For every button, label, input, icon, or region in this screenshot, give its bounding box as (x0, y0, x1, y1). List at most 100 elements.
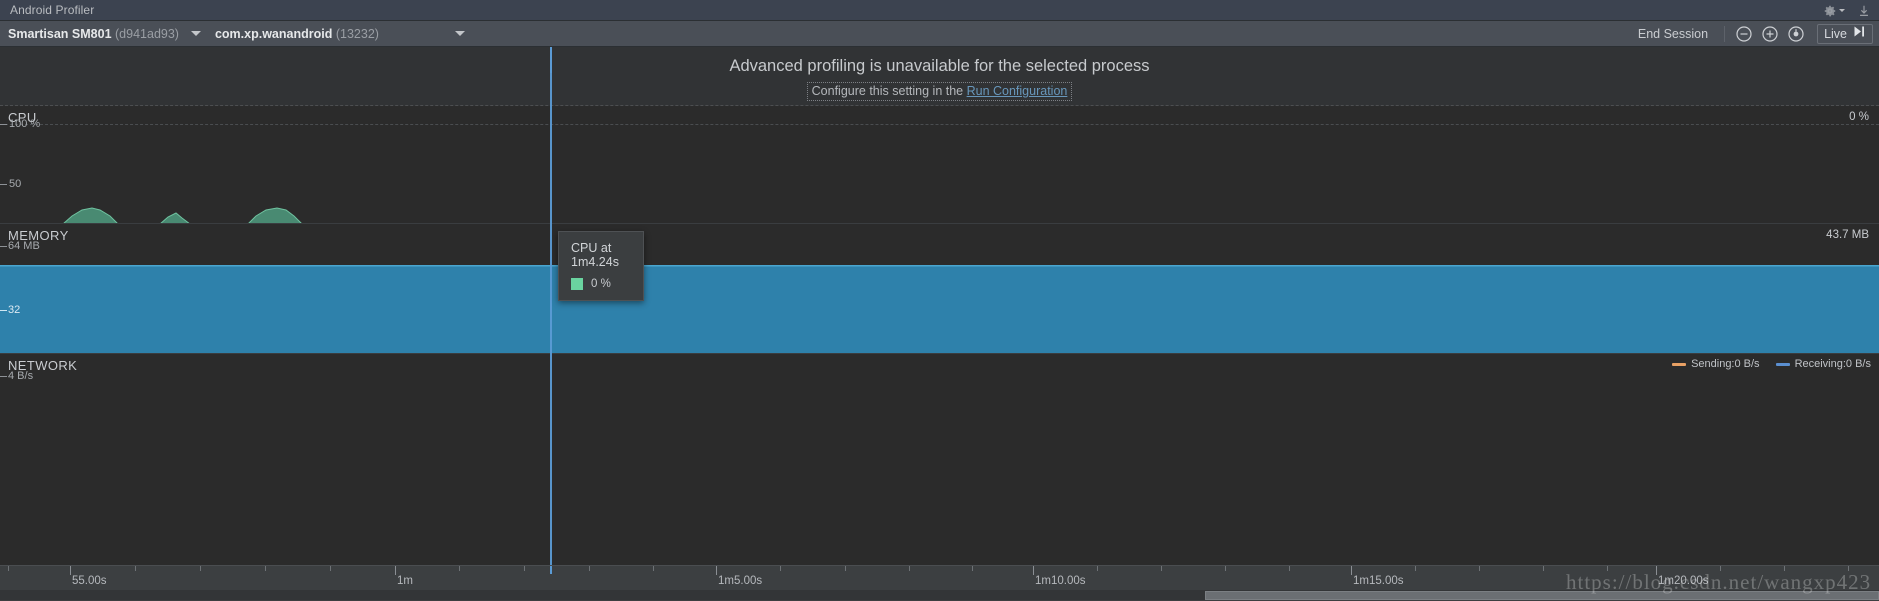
axis-tick-minor (524, 566, 525, 571)
axis-tick-minor (653, 566, 654, 571)
window-title: Android Profiler (10, 3, 95, 17)
live-label: Live (1824, 27, 1847, 41)
legend-item-sending: Sending:0 B/s (1672, 358, 1760, 370)
legend-item-receiving: Receiving:0 B/s (1775, 358, 1871, 370)
timeline-cursor-line[interactable] (550, 47, 552, 565)
axis-tick-label: 1m20.00s (1658, 575, 1709, 587)
axis-tick-minor (135, 566, 136, 571)
cpu-current-value: 0 % (1849, 111, 1869, 123)
toolbar-right-group: End Session Live (1628, 21, 1873, 47)
axis-cursor-marker (550, 566, 552, 574)
minimize-icon[interactable] (1857, 4, 1871, 18)
axis-tick-minor (780, 566, 781, 571)
axis-tick-minor (1161, 566, 1162, 571)
memory-axis-label-max: 64 MB (8, 240, 40, 252)
axis-tick-minor (1225, 566, 1226, 571)
axis-tick-minor (1097, 566, 1098, 571)
device-selector[interactable]: Smartisan SM801 (d941ad93) (0, 21, 207, 47)
memory-axis-label-mid: 32 (8, 304, 21, 316)
network-monitor-section[interactable]: NETWORK Sending:0 B/s Receiving:0 B/s 4 … (0, 354, 1879, 516)
warning-subline: Configure this setting in the Run Config… (0, 82, 1879, 101)
axis-tick-minor (1607, 566, 1608, 571)
axis-tick-major (70, 566, 71, 575)
axis-tick-label: 1m (397, 575, 413, 587)
axis-tick-minor (1415, 566, 1416, 571)
tooltip-row: 0 % (571, 278, 631, 290)
axis-tick-label: 1m5.00s (718, 575, 763, 587)
memory-current-value: 43.7 MB (1826, 229, 1869, 241)
receiving-legend-label: Receiving:0 B/s (1794, 358, 1871, 370)
axis-tick-minor (589, 566, 590, 571)
cpu-monitor-section[interactable]: CPU 0 % 100 % 50 (0, 106, 1879, 224)
network-axis-label-max: 4 B/s (8, 370, 34, 382)
axis-tick-label: 1m10.00s (1035, 575, 1086, 587)
memory-axis-tick-mid (0, 310, 7, 311)
cpu-tooltip: CPU at 1m4.24s 0 % (558, 231, 644, 301)
tooltip-value: 0 % (591, 278, 611, 290)
live-button[interactable]: Live (1817, 24, 1873, 44)
axis-tick-minor (1848, 566, 1849, 571)
profiler-toolbar: Smartisan SM801 (d941ad93) com.xp.wanand… (0, 21, 1879, 47)
receiving-color-swatch (1775, 362, 1790, 366)
process-selector[interactable]: com.xp.wanandroid (13232) (207, 21, 479, 47)
network-usage-chart (0, 514, 1879, 516)
axis-tick-major (1033, 566, 1034, 575)
sending-color-swatch (1672, 362, 1687, 366)
cpu-axis-tick-mid (0, 184, 7, 185)
axis-tick-minor (1784, 566, 1785, 571)
cpu-axis-label-mid: 50 (9, 178, 22, 190)
cpu-axis-label-max: 100 % (9, 118, 41, 130)
cpu-usage-chart (0, 207, 303, 224)
axis-tick-minor (330, 566, 331, 571)
device-name: Smartisan SM801 (8, 26, 112, 41)
warning-headline: Advanced profiling is unavailable for th… (729, 57, 1150, 75)
axis-tick-label: 55.00s (72, 575, 107, 587)
axis-tick-minor (1720, 566, 1721, 571)
horizontal-scrollbar-thumb[interactable] (1205, 591, 1879, 600)
axis-tick-minor (972, 566, 973, 571)
network-axis-tick-max (0, 376, 7, 377)
axis-tick-minor (909, 566, 910, 571)
axis-tick-major (1656, 566, 1657, 575)
memory-monitor-section[interactable]: MEMORY 43.7 MB 64 MB 32 (0, 224, 1879, 354)
play-to-end-icon (1853, 25, 1866, 43)
timeline-axis[interactable]: 55.00s 1m 1m5.00s 1m10.00s 1m15.00s 1m20… (0, 565, 1879, 601)
run-configuration-link[interactable]: Run Configuration (967, 84, 1068, 98)
axis-tick-minor (265, 566, 266, 571)
tooltip-color-swatch (571, 278, 583, 290)
network-legend: Sending:0 B/s Receiving:0 B/s (1672, 358, 1871, 370)
memory-axis-tick-max (0, 246, 7, 247)
gear-icon[interactable] (1823, 4, 1845, 18)
axis-tick-major (395, 566, 396, 575)
axis-tick-minor (1479, 566, 1480, 571)
axis-tick-minor (200, 566, 201, 571)
sending-legend-label: Sending:0 B/s (1691, 358, 1760, 370)
tooltip-title: CPU at 1m4.24s (571, 241, 619, 269)
axis-tick-major (1351, 566, 1352, 575)
axis-tick-minor (8, 566, 9, 571)
zoom-in-icon[interactable] (1759, 23, 1781, 45)
axis-tick-minor (1289, 566, 1290, 571)
axis-tick-minor (459, 566, 460, 571)
memory-usage-chart (0, 265, 1879, 354)
chevron-down-icon (190, 31, 201, 36)
zoom-out-icon[interactable] (1733, 23, 1755, 45)
axis-tick-minor (1543, 566, 1544, 571)
end-session-button[interactable]: End Session (1628, 27, 1718, 41)
timeline-cursor-line-top (550, 47, 552, 73)
profiler-body: Advanced profiling is unavailable for th… (0, 47, 1879, 565)
warning-subline-text: Configure this setting in the (811, 84, 967, 98)
device-serial: (d941ad93) (115, 26, 179, 41)
axis-tick-minor (845, 566, 846, 571)
process-name: com.xp.wanandroid (214, 26, 333, 41)
toolbar-divider (1724, 26, 1726, 42)
window-titlebar: Android Profiler (0, 0, 1879, 21)
axis-tick-label: 1m15.00s (1353, 575, 1404, 587)
cpu-axis-tick-max (0, 124, 7, 125)
chevron-down-icon (454, 31, 465, 36)
axis-tick-major (716, 566, 717, 575)
reset-zoom-icon[interactable] (1785, 23, 1807, 45)
titlebar-actions (1823, 0, 1871, 21)
advanced-profiling-warning: Advanced profiling is unavailable for th… (0, 47, 1879, 106)
process-pid: (13232) (335, 26, 379, 41)
